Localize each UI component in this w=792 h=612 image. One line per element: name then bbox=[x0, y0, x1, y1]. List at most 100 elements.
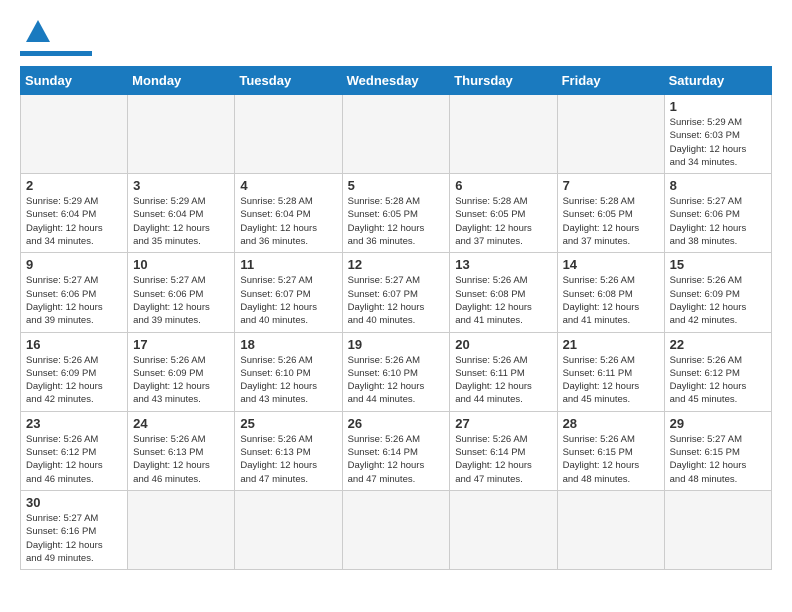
day-number: 8 bbox=[670, 178, 766, 193]
day-of-week-header: Saturday bbox=[664, 67, 771, 95]
day-number: 19 bbox=[348, 337, 445, 352]
day-number: 2 bbox=[26, 178, 122, 193]
day-info: Sunrise: 5:28 AM Sunset: 6:05 PM Dayligh… bbox=[563, 195, 659, 248]
day-info: Sunrise: 5:26 AM Sunset: 6:14 PM Dayligh… bbox=[348, 433, 445, 486]
day-number: 3 bbox=[133, 178, 229, 193]
day-of-week-header: Thursday bbox=[450, 67, 557, 95]
day-number: 12 bbox=[348, 257, 445, 272]
calendar-cell bbox=[21, 95, 128, 174]
calendar-week-row: 23 Sunrise: 5:26 AM Sunset: 6:12 PM Dayli… bbox=[21, 411, 772, 490]
calendar-cell: 6 Sunrise: 5:28 AM Sunset: 6:05 PM Daylig… bbox=[450, 174, 557, 253]
calendar-week-row: 16Sunrise: 5:26 AM Sunset: 6:09 PM Dayli… bbox=[21, 332, 772, 411]
calendar-cell: 10Sunrise: 5:27 AM Sunset: 6:06 PM Dayli… bbox=[128, 253, 235, 332]
calendar-cell: 15Sunrise: 5:26 AM Sunset: 6:09 PM Dayli… bbox=[664, 253, 771, 332]
day-number: 30 bbox=[26, 495, 122, 510]
calendar-cell: 16Sunrise: 5:26 AM Sunset: 6:09 PM Dayli… bbox=[21, 332, 128, 411]
day-number: 21 bbox=[563, 337, 659, 352]
day-number: 11 bbox=[240, 257, 336, 272]
day-info: Sunrise: 5:26 AM Sunset: 6:13 PM Dayligh… bbox=[240, 433, 336, 486]
day-of-week-header: Tuesday bbox=[235, 67, 342, 95]
calendar-cell: 26 Sunrise: 5:26 AM Sunset: 6:14 PM Dayli… bbox=[342, 411, 450, 490]
day-info: Sunrise: 5:27 AM Sunset: 6:15 PM Dayligh… bbox=[670, 433, 766, 486]
day-number: 6 bbox=[455, 178, 551, 193]
calendar-cell: 7 Sunrise: 5:28 AM Sunset: 6:05 PM Daylig… bbox=[557, 174, 664, 253]
calendar-cell: 19 Sunrise: 5:26 AM Sunset: 6:10 PM Dayli… bbox=[342, 332, 450, 411]
day-info: Sunrise: 5:26 AM Sunset: 6:09 PM Dayligh… bbox=[26, 354, 122, 407]
calendar-header-row: SundayMondayTuesdayWednesdayThursdayFrid… bbox=[21, 67, 772, 95]
calendar-table: SundayMondayTuesdayWednesdayThursdayFrid… bbox=[20, 66, 772, 570]
calendar-cell: 3 Sunrise: 5:29 AM Sunset: 6:04 PM Daylig… bbox=[128, 174, 235, 253]
logo-bar bbox=[20, 51, 92, 56]
calendar-cell: 8Sunrise: 5:27 AM Sunset: 6:06 PM Daylig… bbox=[664, 174, 771, 253]
day-info: Sunrise: 5:26 AM Sunset: 6:13 PM Dayligh… bbox=[133, 433, 229, 486]
day-of-week-header: Sunday bbox=[21, 67, 128, 95]
day-info: Sunrise: 5:26 AM Sunset: 6:12 PM Dayligh… bbox=[670, 354, 766, 407]
day-info: Sunrise: 5:26 AM Sunset: 6:12 PM Dayligh… bbox=[26, 433, 122, 486]
calendar-cell: 17Sunrise: 5:26 AM Sunset: 6:09 PM Dayli… bbox=[128, 332, 235, 411]
day-number: 9 bbox=[26, 257, 122, 272]
calendar-cell bbox=[128, 95, 235, 174]
calendar-cell: 30 Sunrise: 5:27 AM Sunset: 6:16 PM Dayli… bbox=[21, 490, 128, 569]
day-info: Sunrise: 5:26 AM Sunset: 6:10 PM Dayligh… bbox=[240, 354, 336, 407]
day-number: 24 bbox=[133, 416, 229, 431]
calendar-week-row: 30 Sunrise: 5:27 AM Sunset: 6:16 PM Dayli… bbox=[21, 490, 772, 569]
calendar-cell: 28Sunrise: 5:26 AM Sunset: 6:15 PM Dayli… bbox=[557, 411, 664, 490]
day-info: Sunrise: 5:29 AM Sunset: 6:04 PM Dayligh… bbox=[26, 195, 122, 248]
calendar-cell: 24 Sunrise: 5:26 AM Sunset: 6:13 PM Dayli… bbox=[128, 411, 235, 490]
day-info: Sunrise: 5:26 AM Sunset: 6:11 PM Dayligh… bbox=[563, 354, 659, 407]
day-info: Sunrise: 5:27 AM Sunset: 6:16 PM Dayligh… bbox=[26, 512, 122, 565]
calendar-cell bbox=[128, 490, 235, 569]
calendar-cell: 12 Sunrise: 5:27 AM Sunset: 6:07 PM Dayli… bbox=[342, 253, 450, 332]
calendar-cell: 9 Sunrise: 5:27 AM Sunset: 6:06 PM Daylig… bbox=[21, 253, 128, 332]
calendar-cell: 18 Sunrise: 5:26 AM Sunset: 6:10 PM Dayli… bbox=[235, 332, 342, 411]
day-number: 15 bbox=[670, 257, 766, 272]
day-number: 17 bbox=[133, 337, 229, 352]
day-number: 23 bbox=[26, 416, 122, 431]
calendar-cell: 29 Sunrise: 5:27 AM Sunset: 6:15 PM Dayli… bbox=[664, 411, 771, 490]
day-of-week-header: Wednesday bbox=[342, 67, 450, 95]
day-number: 18 bbox=[240, 337, 336, 352]
calendar-cell: 14 Sunrise: 5:26 AM Sunset: 6:08 PM Dayli… bbox=[557, 253, 664, 332]
day-info: Sunrise: 5:26 AM Sunset: 6:10 PM Dayligh… bbox=[348, 354, 445, 407]
day-info: Sunrise: 5:27 AM Sunset: 6:07 PM Dayligh… bbox=[348, 274, 445, 327]
calendar-cell: 2 Sunrise: 5:29 AM Sunset: 6:04 PM Daylig… bbox=[21, 174, 128, 253]
calendar-week-row: 1Sunrise: 5:29 AM Sunset: 6:03 PM Daylig… bbox=[21, 95, 772, 174]
day-number: 7 bbox=[563, 178, 659, 193]
calendar-cell bbox=[664, 490, 771, 569]
day-info: Sunrise: 5:29 AM Sunset: 6:04 PM Dayligh… bbox=[133, 195, 229, 248]
day-number: 13 bbox=[455, 257, 551, 272]
day-number: 27 bbox=[455, 416, 551, 431]
day-info: Sunrise: 5:28 AM Sunset: 6:04 PM Dayligh… bbox=[240, 195, 336, 248]
day-info: Sunrise: 5:26 AM Sunset: 6:08 PM Dayligh… bbox=[563, 274, 659, 327]
day-number: 1 bbox=[670, 99, 766, 114]
calendar-cell bbox=[235, 95, 342, 174]
day-info: Sunrise: 5:28 AM Sunset: 6:05 PM Dayligh… bbox=[455, 195, 551, 248]
calendar-cell: 20 Sunrise: 5:26 AM Sunset: 6:11 PM Dayli… bbox=[450, 332, 557, 411]
day-info: Sunrise: 5:26 AM Sunset: 6:11 PM Dayligh… bbox=[455, 354, 551, 407]
calendar-cell bbox=[342, 490, 450, 569]
day-info: Sunrise: 5:26 AM Sunset: 6:15 PM Dayligh… bbox=[563, 433, 659, 486]
calendar-cell: 22Sunrise: 5:26 AM Sunset: 6:12 PM Dayli… bbox=[664, 332, 771, 411]
day-number: 26 bbox=[348, 416, 445, 431]
page-header bbox=[20, 20, 772, 56]
calendar-cell: 25Sunrise: 5:26 AM Sunset: 6:13 PM Dayli… bbox=[235, 411, 342, 490]
calendar-cell bbox=[342, 95, 450, 174]
calendar-cell: 23 Sunrise: 5:26 AM Sunset: 6:12 PM Dayli… bbox=[21, 411, 128, 490]
day-info: Sunrise: 5:28 AM Sunset: 6:05 PM Dayligh… bbox=[348, 195, 445, 248]
day-number: 5 bbox=[348, 178, 445, 193]
calendar-cell bbox=[450, 95, 557, 174]
day-number: 29 bbox=[670, 416, 766, 431]
calendar-cell bbox=[557, 490, 664, 569]
day-info: Sunrise: 5:27 AM Sunset: 6:06 PM Dayligh… bbox=[26, 274, 122, 327]
day-number: 4 bbox=[240, 178, 336, 193]
day-number: 20 bbox=[455, 337, 551, 352]
calendar-cell: 4 Sunrise: 5:28 AM Sunset: 6:04 PM Daylig… bbox=[235, 174, 342, 253]
day-info: Sunrise: 5:26 AM Sunset: 6:08 PM Dayligh… bbox=[455, 274, 551, 327]
logo-icon bbox=[24, 18, 52, 46]
day-of-week-header: Friday bbox=[557, 67, 664, 95]
calendar-cell: 11Sunrise: 5:27 AM Sunset: 6:07 PM Dayli… bbox=[235, 253, 342, 332]
logo bbox=[20, 20, 92, 56]
day-number: 14 bbox=[563, 257, 659, 272]
day-number: 10 bbox=[133, 257, 229, 272]
calendar-cell: 27Sunrise: 5:26 AM Sunset: 6:14 PM Dayli… bbox=[450, 411, 557, 490]
